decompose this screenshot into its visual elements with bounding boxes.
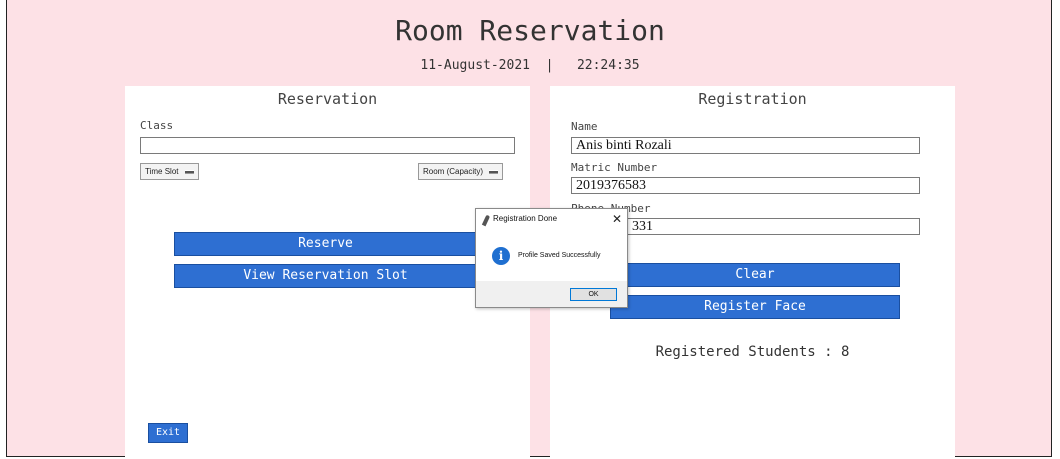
name-label: Name <box>571 120 598 133</box>
option-indicator-icon <box>489 170 499 173</box>
matric-number-label: Matric Number <box>571 161 658 174</box>
exit-button[interactable]: Exit <box>148 423 188 443</box>
time-slot-dropdown[interactable]: Time Slot <box>140 163 199 180</box>
current-time: 22:24:35 <box>576 58 640 73</box>
reservation-panel-title: Reservation <box>277 90 378 108</box>
app-window: Room Reservation 11-August-2021 | 22:24:… <box>6 0 1052 457</box>
phone-number-value: 331 <box>632 219 653 234</box>
dialog-titlebar: Registration Done ✕ <box>476 209 627 231</box>
clear-button[interactable]: Clear <box>610 263 900 287</box>
class-input[interactable] <box>140 137 515 154</box>
time-slot-label: Time Slot <box>145 167 179 176</box>
current-date: 11-August-2021 <box>420 58 530 73</box>
name-input[interactable]: Anis binti Rozali <box>571 137 920 154</box>
view-reservation-slot-button[interactable]: View Reservation Slot <box>174 264 477 288</box>
date-time-readout: 11-August-2021 | 22:24:35 <box>7 58 1053 73</box>
ok-button[interactable]: OK <box>570 288 617 301</box>
reservation-panel: Reservation Class Time Slot Room (Capaci… <box>125 86 530 457</box>
close-icon[interactable]: ✕ <box>612 212 622 226</box>
option-indicator-icon <box>184 170 194 173</box>
matric-number-input[interactable]: 2019376583 <box>571 177 920 194</box>
feather-icon <box>481 214 491 227</box>
reserve-button[interactable]: Reserve <box>174 232 477 256</box>
registration-done-dialog: Registration Done ✕ i Profile Saved Succ… <box>475 208 628 308</box>
date-time-separator: | <box>545 58 554 73</box>
dialog-message: Profile Saved Successfully <box>518 252 601 259</box>
dialog-title: Registration Done <box>493 214 558 223</box>
registration-panel-title: Registration <box>698 90 807 108</box>
dialog-body: i Profile Saved Successfully <box>476 231 627 281</box>
registered-students-count: Registered Students : 8 <box>655 344 850 360</box>
room-capacity-dropdown[interactable]: Room (Capacity) <box>418 163 504 180</box>
room-capacity-label: Room (Capacity) <box>423 167 484 176</box>
register-face-button[interactable]: Register Face <box>610 295 900 319</box>
class-label: Class <box>140 119 174 132</box>
info-icon: i <box>492 247 510 265</box>
page-title: Room Reservation <box>395 14 665 47</box>
